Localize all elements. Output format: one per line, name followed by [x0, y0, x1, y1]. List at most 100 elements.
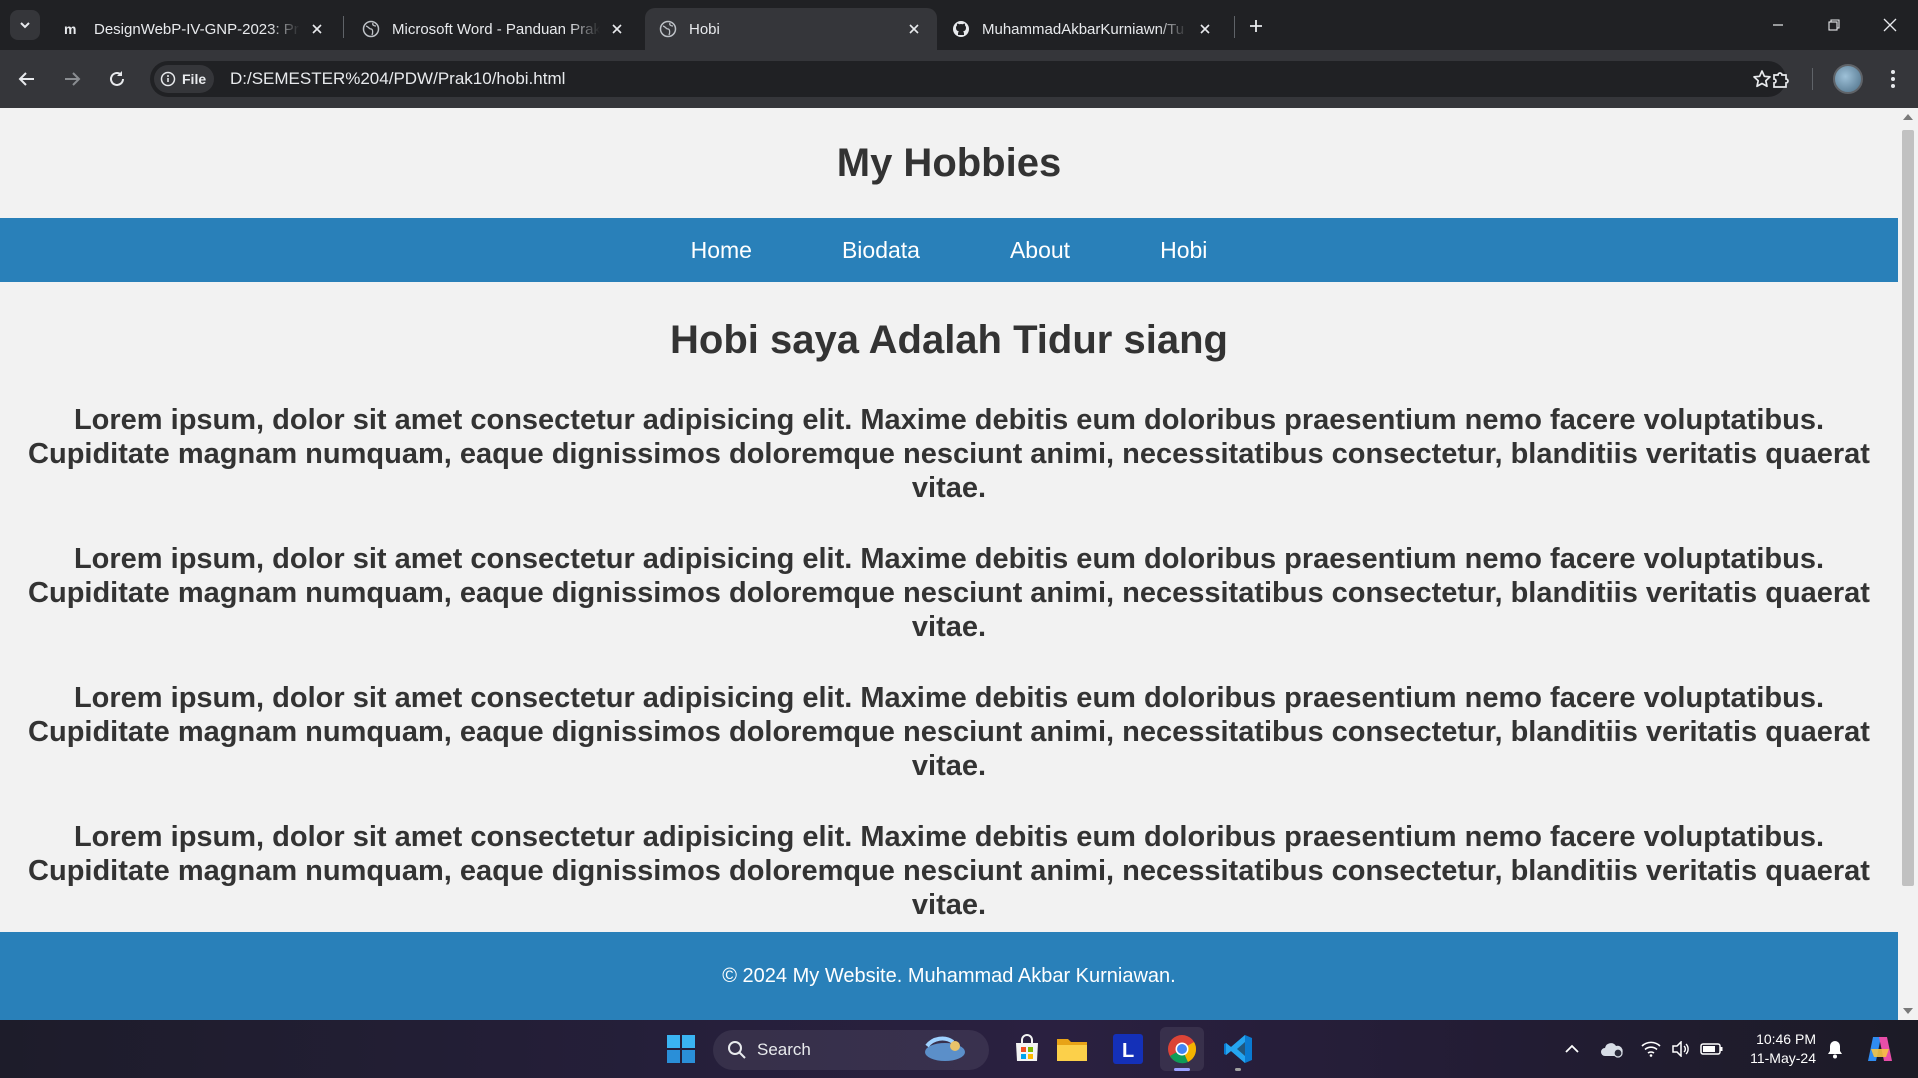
volume-icon — [1672, 1041, 1689, 1057]
taskbar-l-app[interactable]: L — [1106, 1027, 1150, 1071]
tab-title: MuhammadAkbarKurniawn/Tu — [982, 20, 1185, 38]
notification-bell-icon — [1828, 1041, 1842, 1059]
tab-title: Hobi — [689, 20, 720, 38]
tab-bar: m DesignWebP-IV-GNP-2023: Pra Microsoft … — [0, 0, 1918, 50]
plus-icon — [1250, 20, 1262, 32]
restore-button[interactable] — [1806, 0, 1862, 50]
arrow-left-icon — [18, 72, 34, 86]
new-tab-button[interactable] — [1242, 12, 1270, 40]
search-icon — [728, 1041, 746, 1059]
search-label: Search — [757, 1040, 811, 1059]
wifi-icon — [1641, 1041, 1661, 1057]
paragraph: Lorem ipsum, dolor sit amet consectetur … — [28, 404, 1870, 504]
battery-icon — [1700, 1043, 1723, 1055]
svg-text:m: m — [64, 22, 76, 36]
browser-toolbar: File D:/SEMESTER%204/PDW/Prak10/hobi.htm… — [0, 50, 1918, 108]
taskbar-chrome[interactable] — [1160, 1027, 1204, 1071]
taskbar-vscode[interactable] — [1216, 1027, 1260, 1071]
windows-start-icon — [667, 1035, 695, 1063]
taskbar-microsoft-store[interactable] — [1005, 1027, 1049, 1071]
more-vert-icon — [1891, 70, 1895, 88]
taskbar: Search L 10:46 PM 11-May-24 — [0, 1020, 1918, 1078]
file-explorer-icon — [1057, 1039, 1087, 1061]
tray-battery[interactable] — [1698, 1020, 1726, 1078]
nav-link-home[interactable]: Home — [691, 237, 752, 264]
back-button[interactable] — [12, 64, 42, 94]
vscode-icon — [1224, 1035, 1252, 1063]
nav-link-biodata[interactable]: Biodata — [842, 237, 920, 264]
start-button[interactable] — [659, 1027, 703, 1071]
close-window-button[interactable] — [1862, 0, 1918, 50]
tray-onedrive[interactable] — [1598, 1020, 1626, 1078]
clock-time: 10:46 PM — [1756, 1031, 1816, 1047]
tab-designwebp[interactable]: m DesignWebP-IV-GNP-2023: Pra — [50, 8, 340, 50]
footer-text: © 2024 My Website. Muhammad Akbar Kurnia… — [722, 964, 1176, 987]
url-text[interactable]: D:/SEMESTER%204/PDW/Prak10/hobi.html — [230, 61, 565, 97]
site-info-chip[interactable]: File — [154, 65, 215, 93]
minimize-button[interactable] — [1750, 0, 1806, 50]
active-app-indicator — [1174, 1068, 1190, 1071]
reload-icon — [110, 71, 124, 86]
scroll-down-arrow-icon[interactable] — [1903, 1008, 1913, 1014]
address-bar[interactable]: File D:/SEMESTER%204/PDW/Prak10/hobi.htm… — [150, 61, 1786, 97]
onedrive-icon — [1601, 1043, 1623, 1058]
chevron-up-icon — [1565, 1044, 1579, 1053]
taskbar-search-box[interactable]: Search — [713, 1030, 989, 1070]
close-icon[interactable] — [608, 20, 626, 38]
clock-date: 11-May-24 — [1750, 1050, 1816, 1066]
chrome-icon — [1168, 1035, 1197, 1064]
tab-title: DesignWebP-IV-GNP-2023: Pra — [94, 20, 300, 38]
globe-icon — [659, 20, 677, 38]
vertical-scrollbar[interactable] — [1898, 108, 1918, 1020]
paragraph: Lorem ipsum, dolor sit amet consectetur … — [28, 821, 1870, 921]
tab-microsoft-word[interactable]: Microsoft Word - Panduan Prak — [348, 8, 640, 50]
tray-volume[interactable] — [1668, 1020, 1694, 1078]
tray-wifi[interactable] — [1638, 1020, 1664, 1078]
show-hidden-icons-button[interactable] — [1560, 1020, 1584, 1078]
moodle-icon: m — [64, 20, 82, 38]
menu-button[interactable] — [1878, 64, 1908, 94]
minimize-icon — [1773, 24, 1783, 26]
microsoft-store-icon — [1016, 1034, 1038, 1061]
search-highlight-icon — [925, 1036, 965, 1061]
site-main: Hobi saya Adalah Tidur siang Lorem ipsum… — [0, 318, 1898, 922]
site-header: My Hobbies — [0, 108, 1898, 218]
info-icon — [160, 71, 176, 87]
tab-divider — [343, 16, 344, 38]
tray-notifications[interactable] — [1822, 1020, 1848, 1078]
github-icon — [952, 20, 970, 38]
profile-avatar[interactable] — [1833, 64, 1863, 94]
copilot-icon — [1868, 1037, 1892, 1061]
forward-button[interactable] — [57, 64, 87, 94]
page-viewport: My Hobbies Home Biodata About Hobi Hobi … — [0, 108, 1918, 1020]
nav-link-hobi[interactable]: Hobi — [1160, 237, 1207, 264]
extensions-button[interactable] — [1766, 64, 1796, 94]
tab-github[interactable]: MuhammadAkbarKurniawn/Tu — [938, 8, 1228, 50]
tab-divider — [1234, 16, 1235, 38]
taskbar-file-explorer[interactable] — [1050, 1027, 1094, 1071]
close-icon — [1883, 18, 1897, 32]
toolbar-divider — [1812, 68, 1813, 90]
puzzle-icon — [1773, 72, 1789, 88]
taskbar-clock[interactable]: 10:46 PM 11-May-24 — [1736, 1030, 1816, 1068]
chip-label: File — [182, 71, 207, 87]
close-icon[interactable] — [308, 20, 326, 38]
tab-title: Microsoft Word - Panduan Prak — [392, 20, 600, 38]
site-nav: Home Biodata About Hobi — [0, 218, 1898, 282]
site-title: My Hobbies — [836, 140, 1062, 185]
page-heading: Hobi saya Adalah Tidur siang — [670, 318, 1228, 362]
chevron-down-icon — [20, 22, 30, 29]
globe-icon — [362, 20, 380, 38]
site-footer: © 2024 My Website. Muhammad Akbar Kurnia… — [0, 932, 1898, 1020]
scroll-up-arrow-icon[interactable] — [1903, 114, 1913, 120]
close-icon[interactable] — [905, 20, 923, 38]
tray-copilot[interactable] — [1862, 1020, 1898, 1078]
tab-search-button[interactable] — [10, 10, 40, 40]
scroll-thumb[interactable] — [1902, 130, 1914, 886]
close-icon[interactable] — [1196, 20, 1214, 38]
reload-button[interactable] — [102, 64, 132, 94]
nav-link-about[interactable]: About — [1010, 237, 1070, 264]
website: My Hobbies Home Biodata About Hobi Hobi … — [0, 108, 1898, 959]
paragraph: Lorem ipsum, dolor sit amet consectetur … — [28, 682, 1870, 782]
tab-hobi[interactable]: Hobi — [645, 8, 937, 50]
